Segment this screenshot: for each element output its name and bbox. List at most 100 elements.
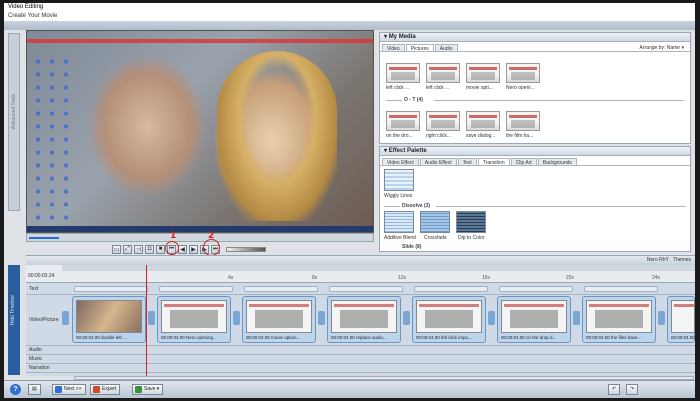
video-clip[interactable]: 00:00:04.00 left click impo... [412, 296, 486, 343]
clip-thumbnail [161, 300, 227, 333]
video-clip[interactable]: 00:00:04.00 replace audio... [327, 296, 401, 343]
music-track[interactable] [26, 355, 695, 364]
timeline-ruler[interactable]: 00:00:03.24 4s 8s 12s 16s 20s 24s [26, 265, 695, 283]
text-clip[interactable] [74, 286, 148, 292]
arrange-value: Name [666, 45, 681, 51]
effect-tabs: Video Effect Audio Effect Text Transitio… [380, 156, 690, 166]
clip-thumbnail [671, 300, 695, 333]
transition-slot[interactable] [62, 311, 69, 325]
stop-button[interactable]: ■ [156, 244, 165, 254]
effect-palette-panel: ▾ Effect Palette Video Effect Audio Effe… [379, 146, 691, 252]
preview-figure [217, 51, 337, 221]
effect-additive-blend[interactable] [384, 211, 414, 233]
next-button[interactable]: Next >> [52, 384, 86, 395]
bottom-bar: ? ▤ Next >> Export Save ▾ ↶ ↷ [4, 380, 695, 398]
snapshot-icon[interactable]: ◘ [145, 244, 154, 254]
divider [434, 100, 684, 101]
video-clip[interactable]: 00:00:04.00 movie option... [242, 296, 316, 343]
narration-track[interactable] [26, 364, 695, 373]
undo-icon[interactable]: ↶ [608, 384, 621, 395]
window-subtitle: Create Your Movie [4, 11, 695, 21]
video-clip[interactable]: 00:00:04.00 double left ... [72, 296, 146, 343]
next-label: Next >> [64, 386, 82, 392]
preview-scrubber[interactable] [26, 233, 374, 242]
tab-backgrounds[interactable]: Backgrounds [537, 158, 577, 166]
effect-dip-to-color[interactable] [456, 211, 486, 233]
export-label: Export [102, 386, 117, 392]
tab-audio-effect[interactable]: Audio Effect [419, 158, 457, 166]
advanced-tools-tab[interactable]: Advanced Tools [8, 33, 20, 211]
transition-slot[interactable] [148, 311, 155, 325]
export-button[interactable]: Export [90, 384, 121, 395]
video-clip[interactable]: 00:00:04.00 [667, 296, 695, 343]
themes-button[interactable]: Themes [673, 257, 691, 263]
tab-audio[interactable]: Audio [434, 44, 458, 52]
divider [384, 206, 400, 207]
preview-banner [27, 39, 373, 43]
video-clip[interactable]: 00:00:04.00 on the drop d... [497, 296, 571, 343]
text-clip[interactable] [584, 286, 658, 292]
help-icon[interactable]: ? [10, 384, 21, 395]
split-icon[interactable]: ⊣ [134, 244, 143, 254]
transition-slot[interactable] [658, 311, 665, 325]
media-thumb[interactable] [426, 63, 460, 83]
clip-thumbnail [416, 300, 482, 333]
transition-slot[interactable] [318, 311, 325, 325]
desktop-icons [31, 55, 77, 225]
video-clip[interactable]: 00:00:04.00 Nero opening... [157, 296, 231, 343]
tab-transition[interactable]: Transition [477, 158, 510, 166]
media-thumb[interactable] [506, 111, 540, 131]
tab-text[interactable]: Text [457, 158, 477, 166]
media-caption: right click... [426, 133, 452, 139]
transition-slot[interactable] [573, 311, 580, 325]
nero-rhythm-button[interactable]: Nero RhY [647, 257, 669, 263]
app-window: Video Editing Create Your Movie Advanced… [4, 3, 695, 398]
text-clip[interactable] [244, 286, 318, 292]
volume-slider[interactable] [226, 246, 266, 252]
text-clip[interactable] [159, 286, 233, 292]
clip-caption: 00:00:04.00 left click impo... [416, 335, 472, 340]
media-thumb[interactable] [466, 63, 500, 83]
save-button[interactable]: Save ▾ [132, 384, 164, 395]
clip-caption: 00:00:04.00 on the drop d... [501, 335, 557, 340]
transition-slot[interactable] [488, 311, 495, 325]
arrange-by[interactable]: Arrange by: Name ▾ [640, 45, 685, 51]
media-group-label: O - T (4) [404, 97, 423, 103]
tab-clip-art[interactable]: Clip Art [510, 158, 537, 166]
redo-icon[interactable]: ↷ [626, 384, 639, 395]
text-clip[interactable] [329, 286, 403, 292]
video-preview[interactable] [26, 30, 374, 233]
window-title: Video Editing [4, 3, 695, 11]
effect-wiggly-lines[interactable] [384, 169, 414, 191]
tab-video[interactable]: Video [382, 44, 405, 52]
tab-pictures[interactable]: Pictures [405, 44, 434, 52]
text-clip[interactable] [414, 286, 488, 292]
slide-group-label: Slide (8) [402, 244, 422, 250]
transition-slot[interactable] [403, 311, 410, 325]
media-caption: save dialog... [466, 133, 496, 139]
display-mode-icon[interactable]: ▭ [112, 244, 121, 254]
media-thumb[interactable] [506, 63, 540, 83]
effect-caption: Crossfade [424, 235, 447, 241]
media-thumb[interactable] [386, 111, 420, 131]
effect-crossfade[interactable] [420, 211, 450, 233]
rewind-button[interactable]: ◀ [178, 244, 187, 254]
media-caption: movie opti... [466, 85, 493, 91]
play-button[interactable]: ▶ [189, 244, 198, 254]
video-clip[interactable]: 00:00:04.00 the files have... [582, 296, 656, 343]
playhead[interactable] [146, 265, 147, 376]
media-thumb[interactable] [426, 111, 460, 131]
media-thumb[interactable] [386, 63, 420, 83]
track-label-text: Text [29, 286, 39, 292]
fullscreen-icon[interactable]: ⤢ [123, 244, 132, 254]
text-clip[interactable] [499, 286, 573, 292]
tab-video-effect[interactable]: Video Effect [382, 158, 419, 166]
my-media-title: My Media [388, 34, 416, 40]
hide-timeline-tab[interactable]: Hide Timeline [8, 265, 20, 375]
media-thumb[interactable] [466, 111, 500, 131]
save-label: Save [144, 386, 156, 392]
audio-track[interactable] [26, 346, 695, 355]
home-button[interactable]: ▤ [28, 384, 41, 395]
transition-slot[interactable] [233, 311, 240, 325]
dissolve-group-label: Dissolve (3) [402, 203, 431, 209]
